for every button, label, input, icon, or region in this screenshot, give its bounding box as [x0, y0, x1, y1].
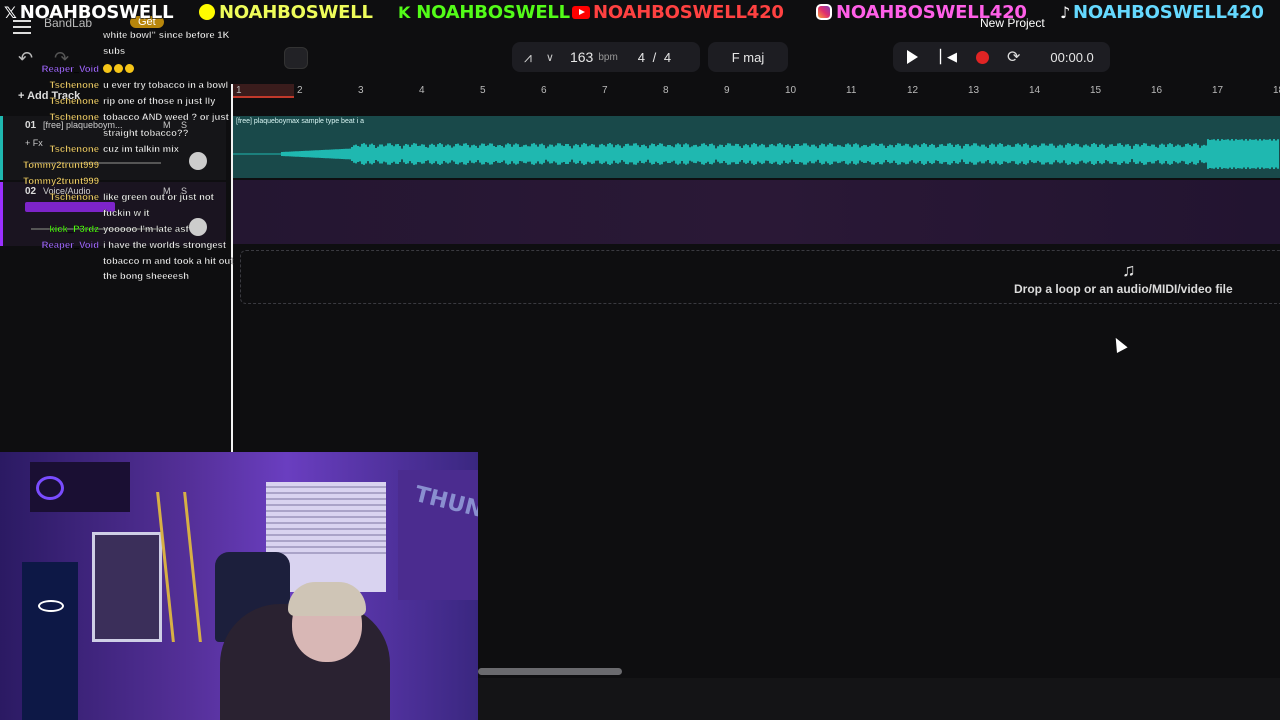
track-number: 01 — [25, 120, 37, 131]
mute-button[interactable]: M — [163, 120, 171, 130]
snapchat-social: NOAHBOSWELL — [198, 1, 374, 23]
play-icon[interactable] — [907, 50, 918, 64]
project-title[interactable]: New Project — [980, 16, 1045, 30]
solo-button[interactable]: S — [181, 186, 187, 196]
instagram-icon — [816, 4, 832, 20]
timeline-ruler[interactable]: 123456789101112131415161718 — [232, 84, 1280, 100]
track-header-2[interactable]: 02 Voice/Audio M S — [0, 182, 226, 246]
track-name[interactable]: Voice/Audio — [43, 186, 91, 196]
bottom-panel — [478, 678, 1280, 720]
bar-number[interactable]: 1 — [236, 85, 242, 96]
daw-toolbar: BandLab Get New Project ↶ ↷ ⩘ ∨ 163 bpm … — [0, 16, 1280, 84]
add-track-button[interactable]: + Add Track — [18, 90, 80, 102]
playhead[interactable] — [231, 84, 233, 452]
key-selector[interactable]: F maj — [708, 42, 788, 72]
track-number: 02 — [25, 186, 37, 197]
loop-icon[interactable]: ⟳ — [1007, 47, 1020, 67]
track-lane-2[interactable] — [232, 180, 1280, 244]
horizontal-scrollbar[interactable] — [478, 668, 622, 675]
transport-controls: ▏◀ ⟳ 00:00.0 — [893, 42, 1110, 72]
drop-zone-text: Drop a loop or an audio/MIDI/video file — [1014, 282, 1233, 296]
bar-number[interactable]: 18 — [1273, 85, 1280, 96]
stream-overlay-banner: 𝕏 NOAHBOSWELL NOAHBOSWELL K NOAHBOSWELL … — [0, 0, 1280, 24]
bar-number[interactable]: 13 — [968, 85, 979, 96]
webcam-feed: THUN — [0, 452, 478, 720]
clip-title: [free] plaqueboymax sample type beat i a — [236, 118, 365, 125]
bar-number[interactable]: 12 — [907, 85, 918, 96]
timecode: 00:00.0 — [1050, 49, 1094, 65]
track-name[interactable]: [free] plaqueboym... — [43, 120, 123, 130]
input-selector[interactable] — [25, 202, 115, 212]
get-button[interactable]: Get — [130, 16, 164, 28]
chevron-down-icon[interactable]: ∨ — [546, 51, 554, 64]
tiktok-icon: ♪ — [1060, 2, 1071, 22]
volume-slider[interactable] — [31, 228, 161, 230]
add-fx-button[interactable]: + Fx — [25, 138, 43, 148]
snapchat-handle: NOAHBOSWELL — [218, 1, 373, 23]
poster-text: THUN — [412, 481, 478, 524]
solo-button[interactable]: S — [181, 120, 187, 130]
bar-number[interactable]: 4 — [419, 85, 425, 96]
tiktok-social: ♪ NOAHBOSWELL420 — [1060, 1, 1265, 23]
tempo-unit: bpm — [598, 51, 618, 63]
add-track-label: Add Track — [27, 90, 81, 102]
brand-logo[interactable]: BandLab — [44, 16, 92, 30]
track-lane-1[interactable]: [free] plaqueboymax sample type beat i a — [232, 116, 1280, 178]
kick-icon: K — [398, 2, 411, 22]
track-header-1[interactable]: 01 [free] plaqueboym... M S + Fx — [0, 116, 226, 180]
tiktok-handle: NOAHBOSWELL420 — [1072, 1, 1264, 23]
pan-knob[interactable] — [189, 152, 207, 170]
bar-number[interactable]: 10 — [785, 85, 796, 96]
mute-solo: M S — [163, 120, 187, 130]
streamer-hair — [288, 582, 366, 616]
bar-number[interactable]: 15 — [1090, 85, 1101, 96]
bar-number[interactable]: 8 — [663, 85, 669, 96]
snapchat-icon — [198, 3, 216, 21]
mouse-cursor — [1110, 335, 1128, 353]
mute-solo: M S — [163, 186, 187, 196]
menu-icon[interactable] — [13, 20, 31, 34]
shelf — [92, 532, 162, 642]
youtube-handle: NOAHBOSWELL420 — [592, 1, 784, 23]
tempo-control: ⩘ ∨ 163 bpm 4 / 4 — [512, 42, 700, 72]
bar-number[interactable]: 7 — [602, 85, 608, 96]
record-button[interactable] — [976, 50, 989, 64]
kick-handle: NOAHBOSWELL — [416, 1, 571, 23]
kick-social: K NOAHBOSWELL — [398, 1, 571, 23]
audio-waveform[interactable] — [232, 126, 1280, 176]
bar-number[interactable]: 14 — [1029, 85, 1040, 96]
track-headers: + Add Track 01 [free] plaqueboym... M S … — [0, 84, 230, 452]
mute-button[interactable]: M — [163, 186, 171, 196]
skip-to-start-icon[interactable]: ▏◀ — [940, 49, 957, 65]
bar-number[interactable]: 3 — [358, 85, 364, 96]
bar-number[interactable]: 5 — [480, 85, 486, 96]
youtube-icon — [572, 5, 590, 19]
music-file-icon: ♫ — [1122, 260, 1136, 280]
time-signature[interactable]: 4 / 4 — [638, 50, 671, 65]
undo-icon[interactable]: ↶ — [18, 48, 33, 69]
x-icon: 𝕏 — [4, 2, 17, 22]
pan-knob[interactable] — [189, 218, 207, 236]
team-poster: THUN — [398, 470, 478, 600]
redo-icon[interactable]: ↷ — [54, 48, 69, 69]
speaker — [22, 562, 78, 720]
bar-number[interactable]: 17 — [1212, 85, 1223, 96]
youtube-social: NOAHBOSWELL420 — [572, 1, 785, 23]
toggle-panel-button[interactable] — [284, 47, 308, 69]
bar-number[interactable]: 2 — [297, 85, 303, 96]
speaker-light — [38, 600, 64, 612]
bar-number[interactable]: 11 — [846, 85, 856, 96]
bar-number[interactable]: 16 — [1151, 85, 1162, 96]
bar-number[interactable]: 9 — [724, 85, 730, 96]
bar-number[interactable]: 6 — [541, 85, 547, 96]
ring-light — [36, 476, 64, 500]
metronome-icon[interactable]: ⩘ — [524, 49, 532, 66]
key-value: F maj — [731, 49, 765, 65]
waveform-path — [232, 139, 1279, 169]
tempo-value[interactable]: 163 — [570, 49, 593, 65]
volume-slider[interactable] — [31, 162, 161, 164]
